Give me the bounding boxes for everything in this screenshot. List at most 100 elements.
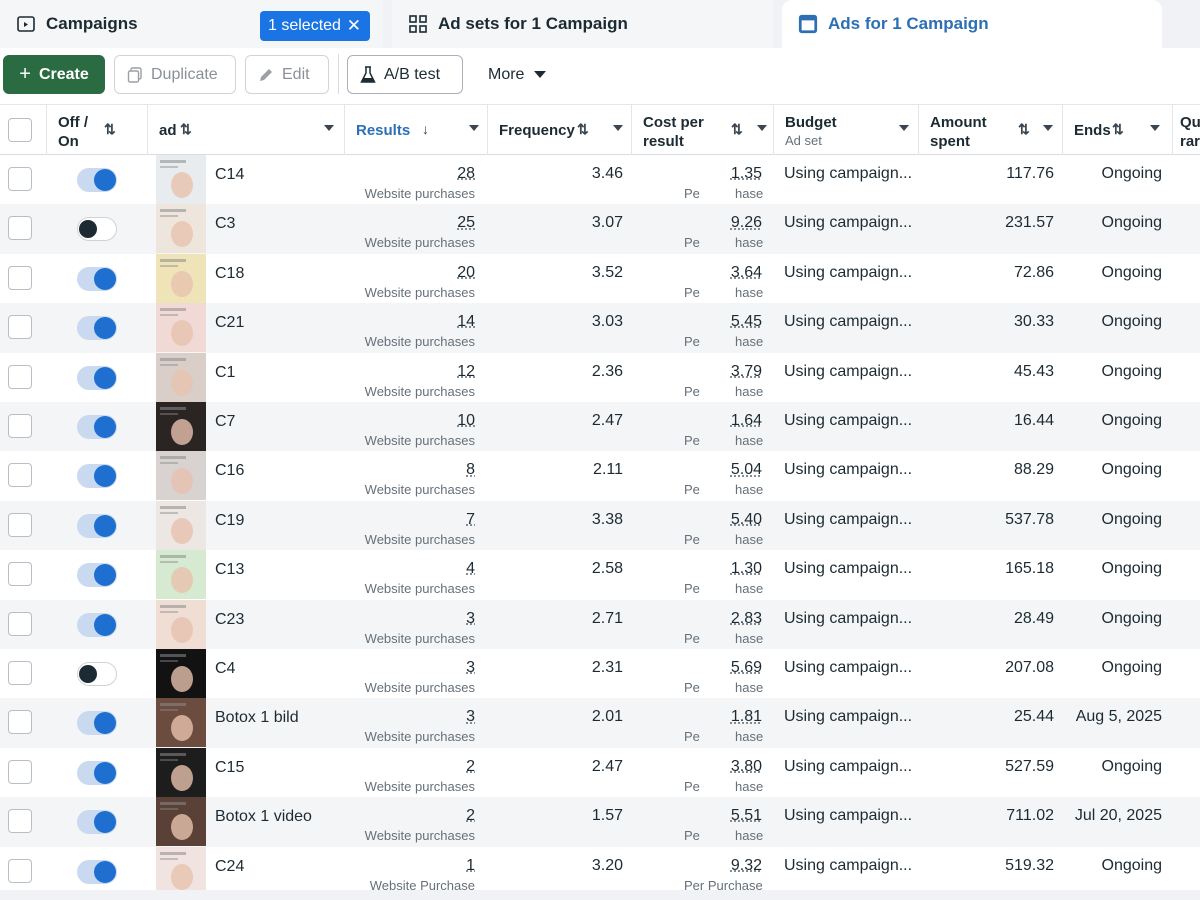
row-checkbox[interactable] [8, 759, 32, 784]
cost-per-result-value[interactable]: 1.81 [731, 708, 762, 726]
ad-toggle[interactable] [77, 168, 117, 192]
ad-name[interactable]: C13 [215, 561, 244, 579]
row-checkbox[interactable] [8, 414, 32, 438]
sort-icon[interactable]: ⇅ [104, 121, 116, 138]
sort-icon[interactable]: ⇅ [180, 121, 192, 138]
tab-campaigns[interactable]: Campaigns 1 selected ✕ [0, 0, 383, 48]
budget-value[interactable]: Using campaign... [784, 412, 912, 430]
cost-per-result-value[interactable]: 1.64 [731, 412, 762, 430]
ad-thumbnail[interactable] [156, 599, 206, 649]
header-budget[interactable]: Budget Ad set [774, 105, 919, 155]
ad-thumbnail[interactable] [156, 451, 206, 501]
cost-per-result-value[interactable]: 5.04 [731, 461, 762, 479]
ad-name[interactable]: C18 [215, 265, 244, 283]
budget-value[interactable]: Using campaign... [784, 807, 912, 825]
ad-toggle[interactable] [77, 266, 117, 291]
cost-per-result-value[interactable]: 3.64 [731, 264, 762, 282]
ad-name[interactable]: C24 [215, 858, 244, 876]
header-partial[interactable]: Qu rar [1173, 105, 1200, 155]
row-checkbox[interactable] [8, 661, 32, 685]
ad-thumbnail[interactable] [156, 747, 206, 797]
results-value[interactable]: 4 [466, 560, 475, 578]
table-row[interactable]: C18 20 Website purchases 3.52 Pe 3.64 ha… [0, 253, 1200, 303]
ad-thumbnail[interactable] [156, 698, 206, 748]
results-value[interactable]: 8 [466, 461, 475, 479]
ad-toggle[interactable] [77, 316, 117, 341]
header-cost-per-result[interactable]: Cost per result ⇅ [632, 105, 774, 155]
budget-value[interactable]: Using campaign... [784, 214, 912, 232]
budget-value[interactable]: Using campaign... [784, 313, 912, 331]
cost-per-result-value[interactable]: 9.32 [731, 857, 762, 875]
cost-per-result-value[interactable]: 1.30 [731, 560, 762, 578]
ad-toggle[interactable] [77, 464, 117, 489]
table-row[interactable]: C3 25 Website purchases 3.07 Pe 9.26 has… [0, 204, 1200, 254]
close-icon[interactable]: ✕ [347, 16, 361, 36]
budget-value[interactable]: Using campaign... [784, 857, 912, 875]
results-value[interactable]: 3 [466, 610, 475, 628]
cost-per-result-value[interactable]: 5.45 [731, 313, 762, 331]
table-row[interactable]: C14 28 Website purchases 3.46 Pe 1.35 ha… [0, 155, 1200, 204]
caret-down-icon[interactable] [1043, 125, 1053, 131]
row-checkbox[interactable] [8, 167, 32, 191]
caret-down-icon[interactable] [1150, 125, 1160, 131]
results-value[interactable]: 20 [457, 264, 475, 282]
ad-thumbnail[interactable] [156, 253, 206, 303]
cost-per-result-value[interactable]: 2.83 [731, 610, 762, 628]
table-row[interactable]: C23 3 Website purchases 2.71 Pe 2.83 has… [0, 599, 1200, 649]
row-checkbox[interactable] [8, 463, 32, 488]
results-value[interactable]: 25 [457, 214, 475, 232]
ad-toggle[interactable] [77, 810, 117, 835]
table-row[interactable]: Botox 1 video 2 Website purchases 1.57 P… [0, 797, 1200, 847]
table-row[interactable]: C13 4 Website purchases 2.58 Pe 1.30 has… [0, 550, 1200, 600]
row-checkbox[interactable] [8, 809, 32, 834]
results-value[interactable]: 12 [457, 363, 475, 381]
ad-thumbnail[interactable] [156, 550, 206, 600]
ad-thumbnail[interactable] [156, 500, 206, 550]
cost-per-result-value[interactable]: 5.69 [731, 659, 762, 677]
row-checkbox[interactable] [8, 710, 32, 735]
caret-down-icon[interactable] [324, 125, 334, 131]
budget-value[interactable]: Using campaign... [784, 659, 912, 677]
tab-adsets[interactable]: Ad sets for 1 Campaign [392, 0, 773, 48]
ad-name[interactable]: Botox 1 bild [215, 709, 299, 727]
cost-per-result-value[interactable]: 5.51 [731, 807, 762, 825]
budget-value[interactable]: Using campaign... [784, 758, 912, 776]
ad-toggle[interactable] [77, 563, 117, 588]
results-value[interactable]: 2 [466, 807, 475, 825]
cost-per-result-value[interactable]: 1.35 [731, 165, 762, 183]
header-amount-spent[interactable]: Amount spent ⇅ [919, 105, 1063, 155]
table-row[interactable]: C1 12 Website purchases 2.36 Pe 3.79 has… [0, 352, 1200, 402]
ad-thumbnail[interactable] [156, 402, 206, 451]
cost-per-result-value[interactable]: 9.26 [731, 214, 762, 232]
row-checkbox[interactable] [8, 611, 32, 636]
row-checkbox[interactable] [8, 512, 32, 537]
ad-name[interactable]: C14 [215, 166, 244, 184]
caret-down-icon[interactable] [613, 125, 623, 131]
row-checkbox[interactable] [8, 315, 32, 340]
table-row[interactable]: C24 1 Website Purchase 3.20 Per Purchase… [0, 846, 1200, 896]
table-row[interactable]: C4 3 Website purchases 2.31 Pe 5.69 hase… [0, 649, 1200, 698]
ad-name[interactable]: C3 [215, 215, 235, 233]
caret-down-icon[interactable] [469, 125, 479, 131]
caret-down-icon[interactable] [757, 125, 767, 131]
ad-thumbnail[interactable] [156, 155, 206, 204]
header-results[interactable]: Results ↓ [345, 105, 488, 155]
ad-name[interactable]: C7 [215, 413, 235, 431]
results-value[interactable]: 7 [466, 511, 475, 529]
table-row[interactable]: C7 10 Website purchases 2.47 Pe 1.64 has… [0, 402, 1200, 452]
ad-name[interactable]: C1 [215, 364, 235, 382]
duplicate-button[interactable]: Duplicate [114, 55, 236, 94]
ab-test-button[interactable]: A/B test [347, 55, 463, 94]
create-button[interactable]: + Create [3, 55, 105, 94]
ad-toggle[interactable] [77, 711, 117, 736]
row-checkbox[interactable] [8, 216, 32, 241]
ad-name[interactable]: C15 [215, 759, 244, 777]
table-row[interactable]: Botox 1 bild 3 Website purchases 2.01 Pe… [0, 698, 1200, 748]
sort-icon[interactable]: ⇅ [1018, 121, 1030, 138]
results-value[interactable]: 1 [466, 857, 475, 875]
select-all-checkbox[interactable] [8, 118, 32, 142]
edit-button[interactable]: Edit [245, 55, 329, 94]
ad-thumbnail[interactable] [156, 204, 206, 254]
table-row[interactable]: C19 7 Website purchases 3.38 Pe 5.40 has… [0, 500, 1200, 551]
cost-per-result-value[interactable]: 3.79 [731, 363, 762, 381]
